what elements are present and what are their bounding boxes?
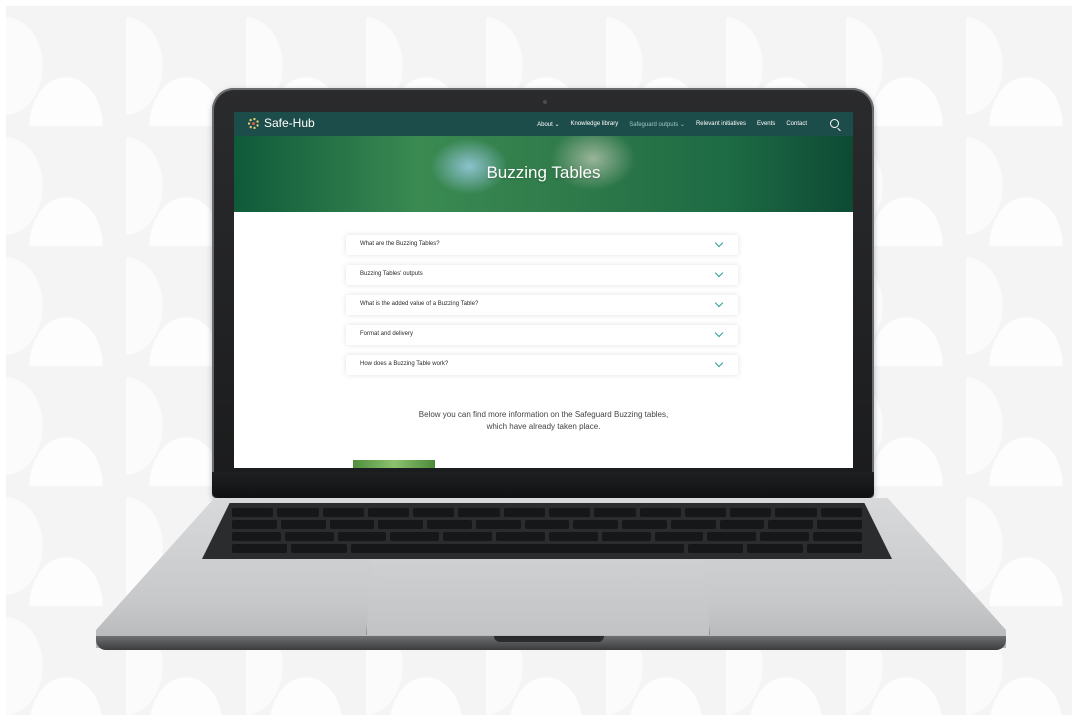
chevron-down-icon[interactable] — [714, 358, 724, 368]
keyboard — [202, 503, 892, 559]
key-row — [202, 508, 892, 517]
accordion-item-what-are[interactable]: What are the Buzzing Tables? — [346, 235, 738, 255]
accordion-label: What are the Buzzing Tables? — [360, 241, 440, 247]
camera-icon — [543, 100, 547, 104]
accordion-label: Buzzing Tables' outputs — [360, 271, 423, 277]
info-paragraph: Below you can find more information on t… — [354, 409, 733, 433]
nav-relevant-initiatives[interactable]: Relevant initiatives — [696, 121, 746, 127]
info-line: which have already taken place. — [486, 422, 601, 431]
page-title: Buzzing Tables — [486, 163, 601, 182]
trackpad — [366, 559, 710, 635]
event-thumbnail[interactable] — [353, 460, 435, 468]
background: Safe-Hub About ⌄ Knowledge library Safeg… — [6, 6, 1072, 715]
accordion-item-outputs[interactable]: Buzzing Tables' outputs — [346, 265, 738, 285]
accordion-label: How does a Buzzing Table work? — [360, 361, 449, 367]
accordion-item-how-it-works[interactable]: How does a Buzzing Table work? — [346, 355, 738, 375]
chevron-down-icon[interactable] — [714, 298, 724, 308]
hero-banner: Buzzing Tables — [234, 136, 853, 212]
accordion-item-format[interactable]: Format and delivery — [346, 325, 738, 345]
chevron-down-icon[interactable] — [714, 268, 724, 278]
accordion-item-added-value[interactable]: What is the added value of a Buzzing Tab… — [346, 295, 738, 315]
nav-safeguard-outputs[interactable]: Safeguard outputs ⌄ — [629, 121, 685, 128]
faq-accordion: What are the Buzzing Tables? Buzzing Tab… — [346, 235, 738, 385]
chevron-down-icon[interactable] — [714, 238, 724, 248]
key-row — [202, 544, 892, 553]
search-icon[interactable] — [830, 119, 839, 128]
key-row — [202, 532, 892, 541]
nav-links: About ⌄ Knowledge library Safeguard outp… — [537, 112, 807, 136]
accordion-label: Format and delivery — [360, 331, 414, 337]
chevron-down-icon[interactable] — [714, 328, 724, 338]
nav-about[interactable]: About ⌄ — [537, 121, 559, 128]
key-row — [202, 520, 892, 529]
nav-knowledge-library[interactable]: Knowledge library — [571, 121, 619, 127]
info-line: Below you can find more information on t… — [418, 410, 669, 419]
accordion-label: What is the added value of a Buzzing Tab… — [360, 301, 479, 307]
laptop-notch — [494, 636, 604, 642]
laptop-hinge — [212, 472, 874, 498]
site-logo[interactable]: Safe-Hub — [248, 116, 315, 130]
nav-contact[interactable]: Contact — [786, 121, 807, 127]
logo-icon — [248, 117, 259, 129]
nav-events[interactable]: Events — [757, 121, 775, 127]
site-navbar: Safe-Hub About ⌄ Knowledge library Safeg… — [234, 112, 853, 136]
logo-text: Safe-Hub — [264, 116, 315, 130]
laptop-screen: Safe-Hub About ⌄ Knowledge library Safeg… — [234, 112, 853, 468]
